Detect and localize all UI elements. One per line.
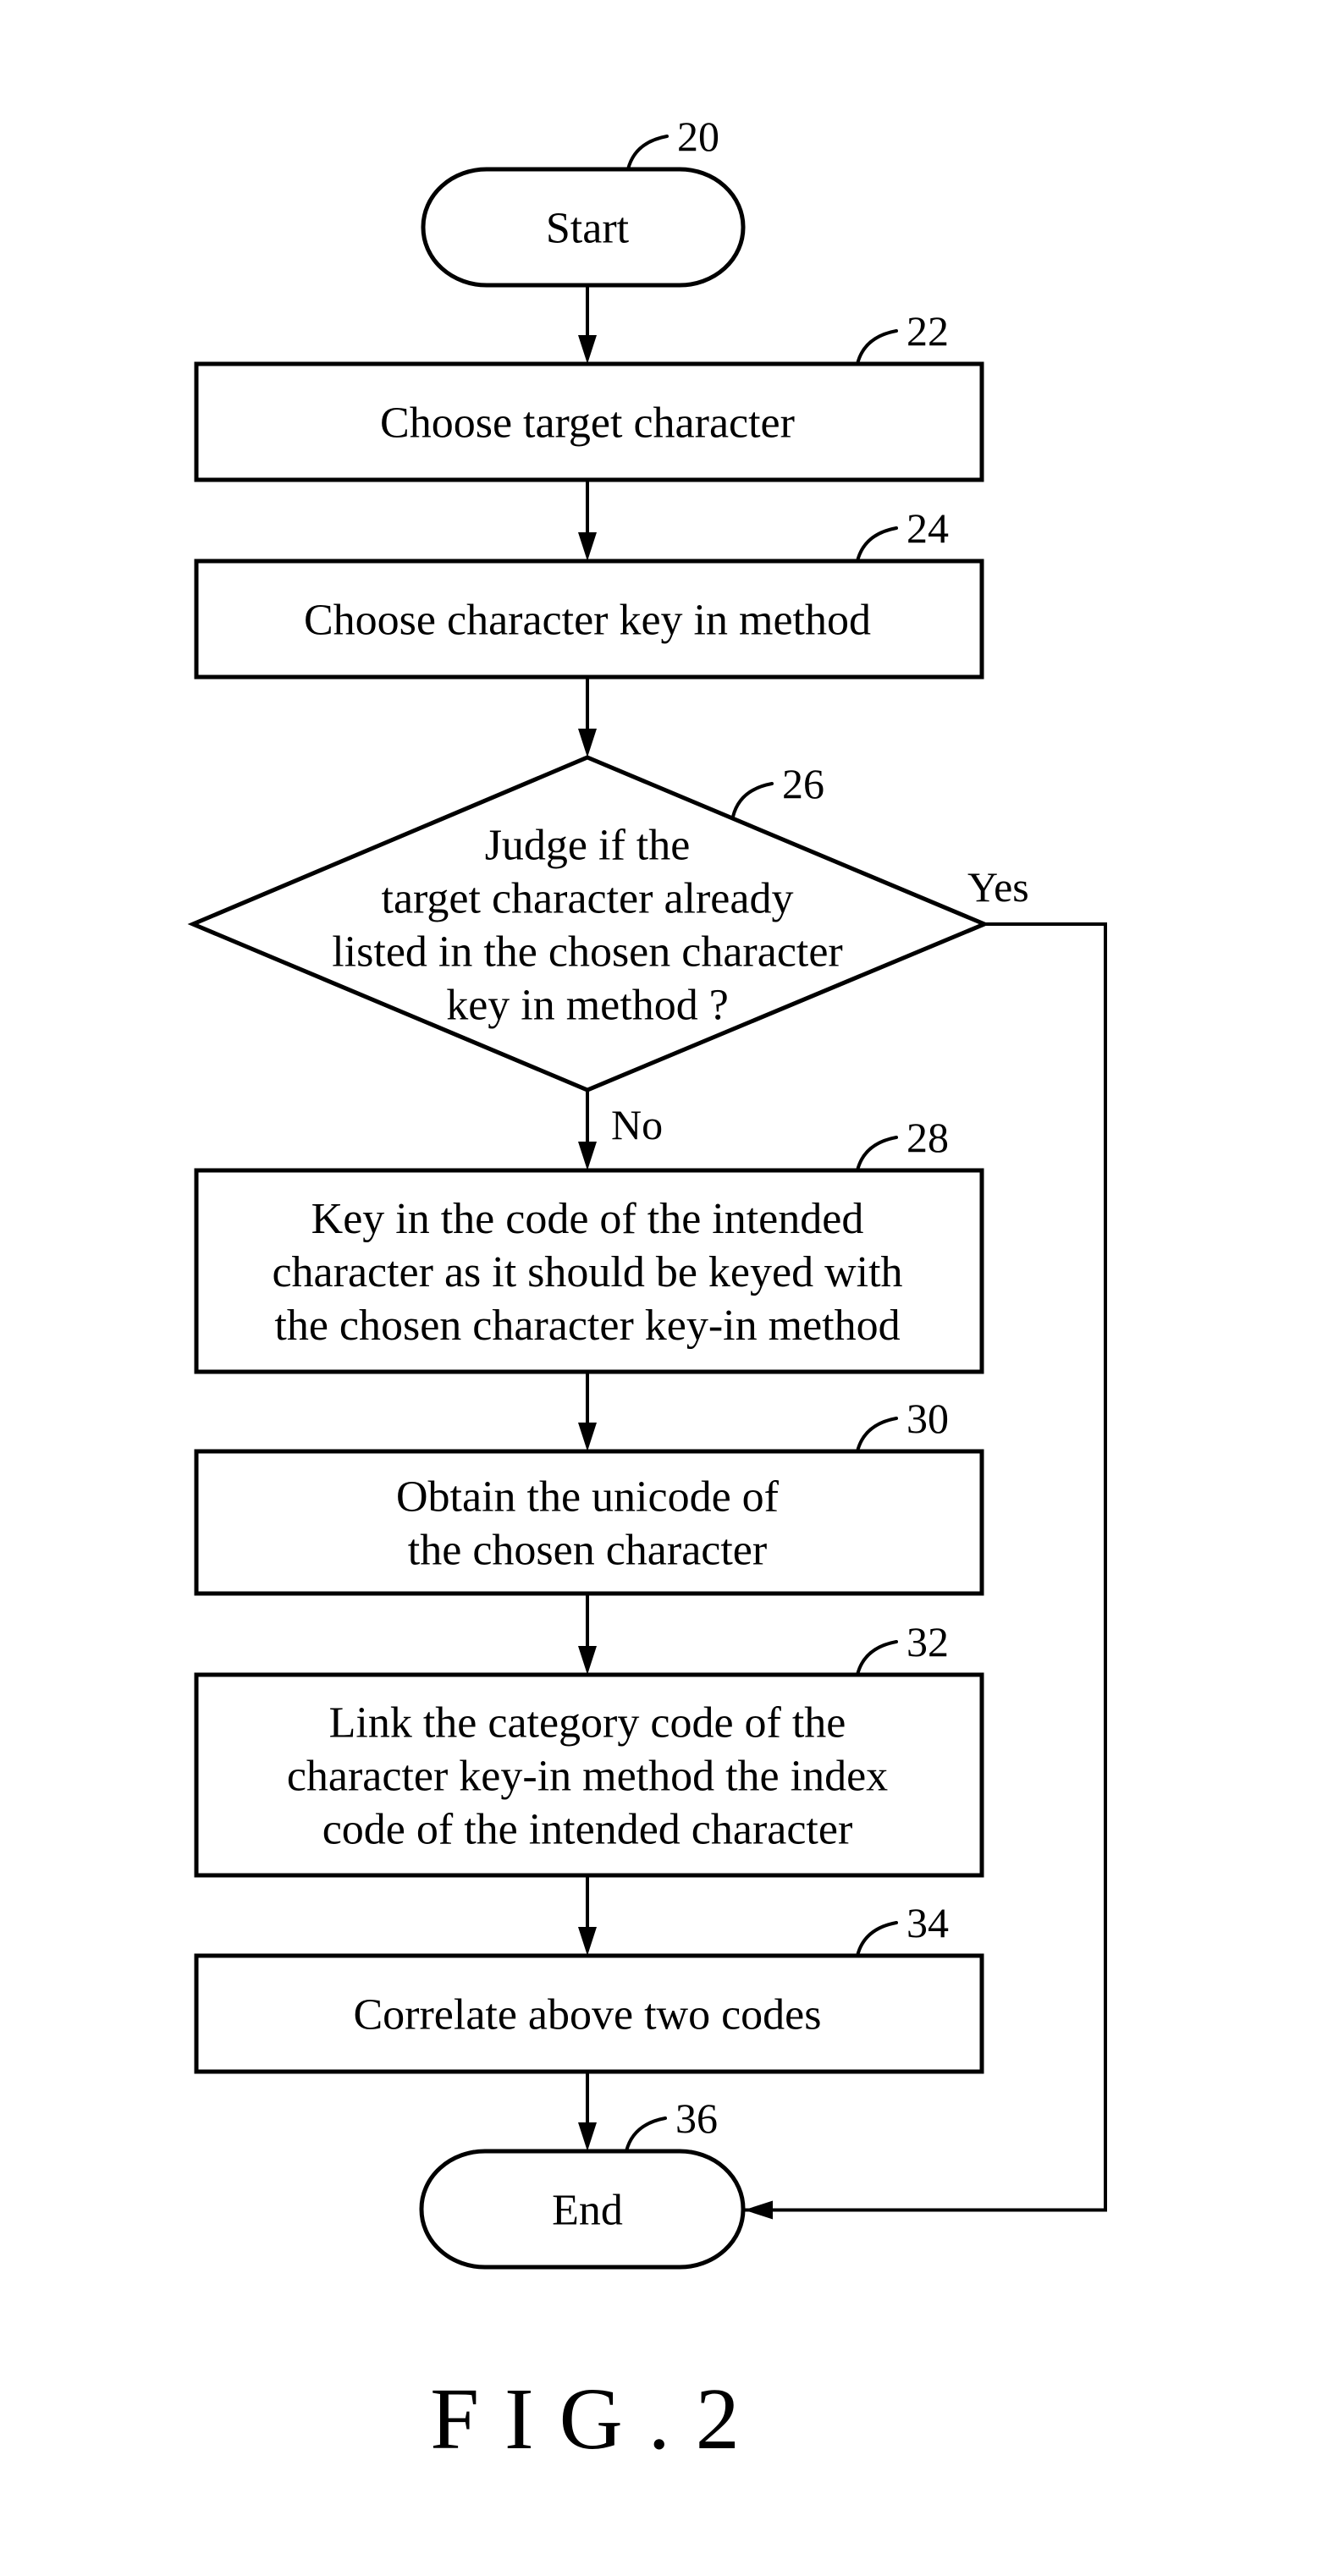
arrowhead xyxy=(578,1646,597,1675)
reference-numeral: 24 xyxy=(906,504,949,552)
reference-numeral: 20 xyxy=(677,113,719,160)
reference-leader-line xyxy=(856,329,898,366)
edge-34-to-36 xyxy=(578,2072,597,2151)
reference-leader-line xyxy=(856,1921,898,1957)
node-text-line: listed in the chosen character xyxy=(332,928,843,977)
node-text-line: code of the intended character xyxy=(322,1806,853,1854)
reference-leader-line xyxy=(856,1136,898,1172)
arrowhead xyxy=(578,1423,597,1451)
node-terminal-36: End 36 xyxy=(419,2094,746,2270)
reference-numeral: 26 xyxy=(782,760,824,807)
reference-leader-line xyxy=(856,1640,898,1676)
arrowhead xyxy=(578,335,597,364)
node-text-line: character as it should be keyed with xyxy=(272,1248,902,1296)
node-text-line: target character already xyxy=(382,875,794,923)
node-text-line: Link the category code of the xyxy=(329,1699,846,1748)
edge-32-to-34 xyxy=(578,1875,597,1956)
arrowhead xyxy=(578,2122,597,2151)
node-text-line: Judge if the xyxy=(485,822,691,870)
reference-leader-line xyxy=(626,135,669,171)
node-text-line: Choose character key in method xyxy=(304,597,871,645)
reference-leader-line xyxy=(731,782,774,818)
edge-30-to-32 xyxy=(578,1593,597,1675)
reference-numeral: 32 xyxy=(906,1618,949,1665)
arrowhead xyxy=(578,729,597,757)
node-terminal-20: Start 20 xyxy=(421,113,746,288)
node-text-line: End xyxy=(552,2187,623,2235)
edge-24-to-26 xyxy=(578,677,597,757)
decision-diamond xyxy=(187,755,990,1093)
reference-leader-line xyxy=(856,526,898,563)
branch-label-no: No xyxy=(611,1101,663,1148)
reference-numeral: 28 xyxy=(906,1114,949,1161)
reference-numeral: 36 xyxy=(675,2094,718,2142)
arrowhead xyxy=(578,1927,597,1956)
node-text-line: the chosen character key-in method xyxy=(274,1302,900,1350)
branch-label-yes: Yes xyxy=(967,863,1029,911)
edge-28-to-30 xyxy=(578,1372,597,1451)
arrowhead xyxy=(578,1142,597,1170)
reference-leader-line xyxy=(856,1417,898,1453)
figure-caption: FIG.2 xyxy=(430,2370,765,2468)
node-text-line: the chosen character xyxy=(408,1527,767,1575)
node-text-line: Correlate above two codes xyxy=(353,1991,821,2039)
node-text-line: key in method ? xyxy=(446,982,729,1030)
reference-numeral: 22 xyxy=(906,307,949,355)
reference-numeral: 34 xyxy=(906,1899,949,1946)
node-text-line: Choose target character xyxy=(380,399,795,448)
node-text-line: Key in the code of the intended xyxy=(311,1195,864,1243)
node-text-line: Obtain the unicode of xyxy=(396,1473,780,1522)
arrowhead xyxy=(744,2200,773,2220)
edge-26-to-28: No xyxy=(578,1090,663,1170)
node-text-line: Start xyxy=(546,205,630,253)
node-text-line: character key-in method the index xyxy=(287,1753,888,1801)
node-decision-26: Judge if the target character already list… xyxy=(187,755,990,1093)
edge-20-to-22 xyxy=(578,285,597,364)
edge-22-to-24 xyxy=(578,480,597,561)
reference-leader-line xyxy=(625,2116,667,2153)
arrowhead xyxy=(578,532,597,561)
flowchart: No Yes Start 20 Choose target character 22 Ch… xyxy=(187,113,1107,2468)
reference-numeral: 30 xyxy=(906,1395,949,1442)
